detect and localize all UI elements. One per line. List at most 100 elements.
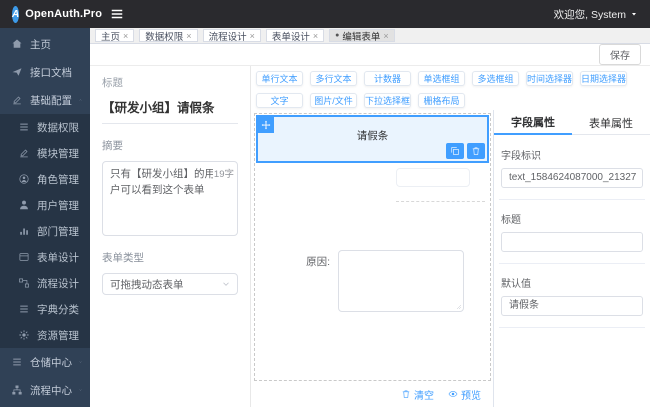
top-bar: A OpenAuth.Pro 欢迎您, System bbox=[0, 0, 650, 28]
chevron-down-icon bbox=[79, 386, 82, 394]
palette-checkbox-group[interactable]: 多选框组 bbox=[472, 71, 519, 86]
reason-component[interactable]: 原因: bbox=[255, 250, 490, 312]
sidebar-item-label: 资源管理 bbox=[37, 329, 79, 342]
palette-dropdown[interactable]: 下拉选择框 bbox=[364, 93, 411, 108]
clear-button[interactable]: 清空 bbox=[401, 387, 434, 402]
sidebar-item-form-design[interactable]: 表单设计 bbox=[0, 244, 90, 270]
sidebar-item-label: 仓储中心 bbox=[30, 356, 72, 369]
palette-time-picker[interactable]: 时间选择器 bbox=[526, 71, 573, 86]
default-value-input[interactable]: 请假条 bbox=[501, 296, 643, 316]
edit-icon bbox=[18, 147, 30, 159]
brand-name: OpenAuth.Pro bbox=[25, 8, 103, 20]
tab-bar: 主页 × 数据权限 × 流程设计 × 表单设计 × ● 编辑表单 × bbox=[90, 28, 650, 44]
sidebar-submenu: 数据权限 模块管理 角色管理 用户管理 部门管理 表单设计 流程设计 字典分类 … bbox=[0, 114, 90, 348]
summary-textarea[interactable]: 只有【研发小组】的用户可以看到这个表单 19字 bbox=[102, 161, 238, 236]
tab-field-properties[interactable]: 字段属性 bbox=[494, 110, 572, 135]
hamburger-icon[interactable] bbox=[110, 7, 124, 21]
drag-handle-icon[interactable] bbox=[258, 117, 274, 133]
tab-label: 编辑表单 bbox=[342, 31, 381, 43]
user-menu[interactable]: 欢迎您, System bbox=[554, 7, 638, 22]
design-canvas[interactable]: 请假条 原因: bbox=[254, 113, 491, 381]
tab-home[interactable]: 主页 × bbox=[95, 29, 135, 43]
palette-counter[interactable]: 计数器 bbox=[364, 71, 411, 86]
paper-plane-icon bbox=[11, 66, 23, 78]
palette-image-file[interactable]: 图片/文件 bbox=[310, 93, 357, 108]
sidebar-item-user-mgmt[interactable]: 用户管理 bbox=[0, 192, 90, 218]
tab-edit-form[interactable]: ● 编辑表单 × bbox=[329, 29, 395, 43]
tab-close-icon[interactable]: × bbox=[186, 31, 191, 41]
title-label: 标题 bbox=[102, 77, 123, 89]
field-title-input[interactable] bbox=[501, 232, 643, 252]
resize-handle-icon[interactable] bbox=[454, 302, 462, 310]
tab-process-design[interactable]: 流程设计 × bbox=[202, 29, 261, 43]
sidebar-item-data-permission[interactable]: 数据权限 bbox=[0, 114, 90, 140]
sidebar-group-process-center[interactable]: 流程中心 bbox=[0, 376, 90, 404]
form-icon bbox=[18, 251, 30, 263]
sidebar-item-dict-category[interactable]: 字典分类 bbox=[0, 296, 90, 322]
field-id-label: 字段标识 bbox=[501, 151, 541, 162]
char-count: 19字 bbox=[212, 168, 235, 183]
form-type-select[interactable]: 可拖拽动态表单 bbox=[102, 273, 238, 295]
palette-radio-group[interactable]: 单选框组 bbox=[418, 71, 465, 86]
sidebar-item-home[interactable]: 主页 bbox=[0, 30, 90, 58]
tab-close-icon[interactable]: × bbox=[383, 31, 388, 41]
summary-label: 摘要 bbox=[102, 140, 123, 152]
selected-component[interactable]: 请假条 bbox=[256, 115, 489, 163]
sidebar-item-label: 流程设计 bbox=[37, 277, 79, 290]
palette-text[interactable]: 文字 bbox=[256, 93, 303, 108]
sidebar-item-resource-mgmt[interactable]: 资源管理 bbox=[0, 322, 90, 348]
sidebar-group-warehouse[interactable]: 仓储中心 bbox=[0, 348, 90, 376]
sidebar-item-module-mgmt[interactable]: 模块管理 bbox=[0, 140, 90, 166]
tab-form-properties[interactable]: 表单属性 bbox=[572, 110, 650, 135]
list-icon bbox=[18, 121, 30, 133]
preview-label: 预览 bbox=[461, 390, 481, 402]
field-id-input[interactable]: text_1584624087000_21327 bbox=[501, 168, 643, 188]
sidebar-item-label: 数据权限 bbox=[37, 121, 79, 134]
chevron-down-icon bbox=[222, 280, 230, 288]
sidebar-item-api-docs[interactable]: 接口文档 bbox=[0, 58, 90, 86]
selected-component-text: 请假条 bbox=[356, 130, 389, 142]
preview-button[interactable]: 预览 bbox=[448, 387, 481, 402]
form-type-value: 可拖拽动态表单 bbox=[110, 278, 184, 291]
delete-component-button[interactable] bbox=[467, 143, 485, 159]
palette-multi-line-text[interactable]: 多行文本 bbox=[310, 71, 357, 86]
divider bbox=[499, 199, 645, 200]
tab-form-design[interactable]: 表单设计 × bbox=[265, 29, 325, 43]
palette-grid-layout[interactable]: 栅格布局 bbox=[418, 93, 465, 108]
list-icon bbox=[18, 303, 30, 315]
sidebar-item-label: 主页 bbox=[30, 38, 51, 51]
copy-component-button[interactable] bbox=[446, 143, 464, 159]
clear-label: 清空 bbox=[414, 390, 434, 402]
palette-date-picker[interactable]: 日期选择器 bbox=[580, 71, 627, 86]
save-button[interactable]: 保存 bbox=[599, 44, 641, 65]
chevron-down-icon bbox=[79, 358, 82, 366]
properties-panel: 字段属性 表单属性 字段标识 text_1584624087000_21327 … bbox=[493, 110, 650, 407]
form-title-input[interactable]: 【研发小组】请假条 bbox=[102, 90, 238, 124]
reason-textarea[interactable] bbox=[338, 250, 464, 312]
chevron-up-icon bbox=[79, 96, 82, 104]
divider bbox=[499, 327, 645, 328]
brand[interactable]: A OpenAuth.Pro bbox=[12, 5, 102, 23]
sidebar-item-role-mgmt[interactable]: 角色管理 bbox=[0, 166, 90, 192]
default-value-label: 默认值 bbox=[501, 279, 531, 290]
sidebar-item-label: 模块管理 bbox=[37, 147, 79, 160]
sidebar-item-label: 基础配置 bbox=[30, 94, 72, 107]
sidebar-item-process-design[interactable]: 流程设计 bbox=[0, 270, 90, 296]
text-input-component[interactable] bbox=[396, 168, 470, 187]
sidebar-group-base-config[interactable]: 基础配置 bbox=[0, 86, 90, 114]
sidebar-item-label: 流程中心 bbox=[30, 384, 72, 397]
tab-close-icon[interactable]: × bbox=[250, 31, 255, 41]
divider bbox=[499, 263, 645, 264]
home-icon bbox=[11, 38, 23, 50]
tab-close-icon[interactable]: × bbox=[313, 31, 318, 41]
palette-single-line-text[interactable]: 单行文本 bbox=[256, 71, 303, 86]
gear-icon bbox=[18, 329, 30, 341]
sidebar-item-dept-mgmt[interactable]: 部门管理 bbox=[0, 218, 90, 244]
tab-close-icon[interactable]: × bbox=[123, 31, 128, 41]
tab-data-permission[interactable]: 数据权限 × bbox=[139, 29, 198, 43]
edit-icon bbox=[11, 94, 23, 106]
sidebar-item-label: 字典分类 bbox=[37, 303, 79, 316]
component-divider bbox=[396, 201, 485, 202]
form-type-label: 表单类型 bbox=[102, 252, 144, 264]
properties-tabs: 字段属性 表单属性 bbox=[494, 110, 650, 135]
